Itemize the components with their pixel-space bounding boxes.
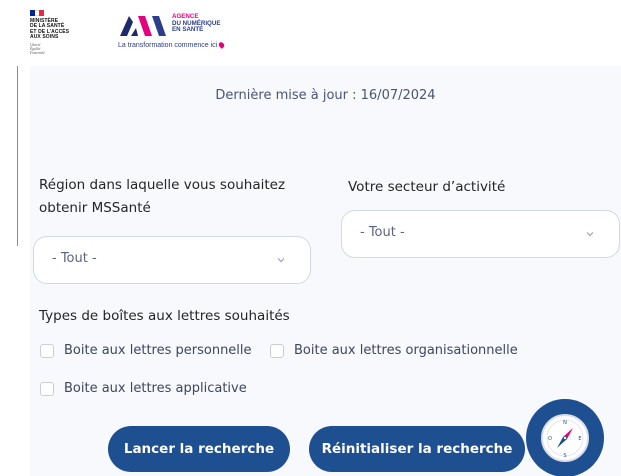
last-update-text: Dernière mise à jour : 16/07/2024 [215,88,436,103]
compass-icon: N S E O [541,414,589,462]
chevron-down-icon [277,258,285,263]
floating-compass-button[interactable]: N S E O [526,399,604,476]
chevron-down-icon [586,232,594,237]
checkbox-box[interactable] [40,381,54,396]
sector-label: Votre secteur d’activité [348,179,506,195]
checkbox-application-mailbox[interactable]: Boite aux lettres applicative [40,381,247,396]
ans-logo[interactable]: AGENCE DU NUMÉRIQUE EN SANTÉ La transfor… [118,13,268,54]
ans-wordmark: AGENCE DU NUMÉRIQUE EN SANTÉ [172,13,221,34]
svg-text:S: S [563,453,566,459]
checkbox-box[interactable] [40,343,54,358]
checkbox-organizational-mailbox[interactable]: Boite aux lettres organisationnelle [270,343,518,358]
republic-motto: Liberté Égalité Fraternité [30,42,45,55]
location-pin-icon [217,41,226,50]
ans-mark-icon [120,16,166,36]
ministry-logo[interactable]: MINISTÈRE DE LA SANTÉ ET DE L'ACCÈS AUX … [30,10,86,55]
french-flag-icon [30,10,45,16]
sector-select-value: - Tout - [360,225,405,240]
region-label: Région dans laquelle vous souhaitez obte… [39,177,286,216]
svg-text:E: E [578,436,581,442]
svg-text:N: N [563,420,567,426]
region-select[interactable]: - Tout - [33,236,311,284]
site-header: MINISTÈRE DE LA SANTÉ ET DE L'ACCÈS AUX … [0,0,621,66]
reset-button[interactable]: Réinitialiser la recherche [309,426,525,472]
search-button[interactable]: Lancer la recherche [108,426,290,472]
checkbox-box[interactable] [270,343,284,358]
ans-tagline: La transformation commence ici [118,41,226,50]
mailbox-types-label: Types de boîtes aux lettres souhaités [39,308,290,324]
svg-text:O: O [548,436,552,442]
region-select-value: - Tout - [52,251,97,266]
sector-select[interactable]: - Tout - [341,210,620,258]
checkbox-personal-mailbox[interactable]: Boite aux lettres personnelle [40,343,252,358]
